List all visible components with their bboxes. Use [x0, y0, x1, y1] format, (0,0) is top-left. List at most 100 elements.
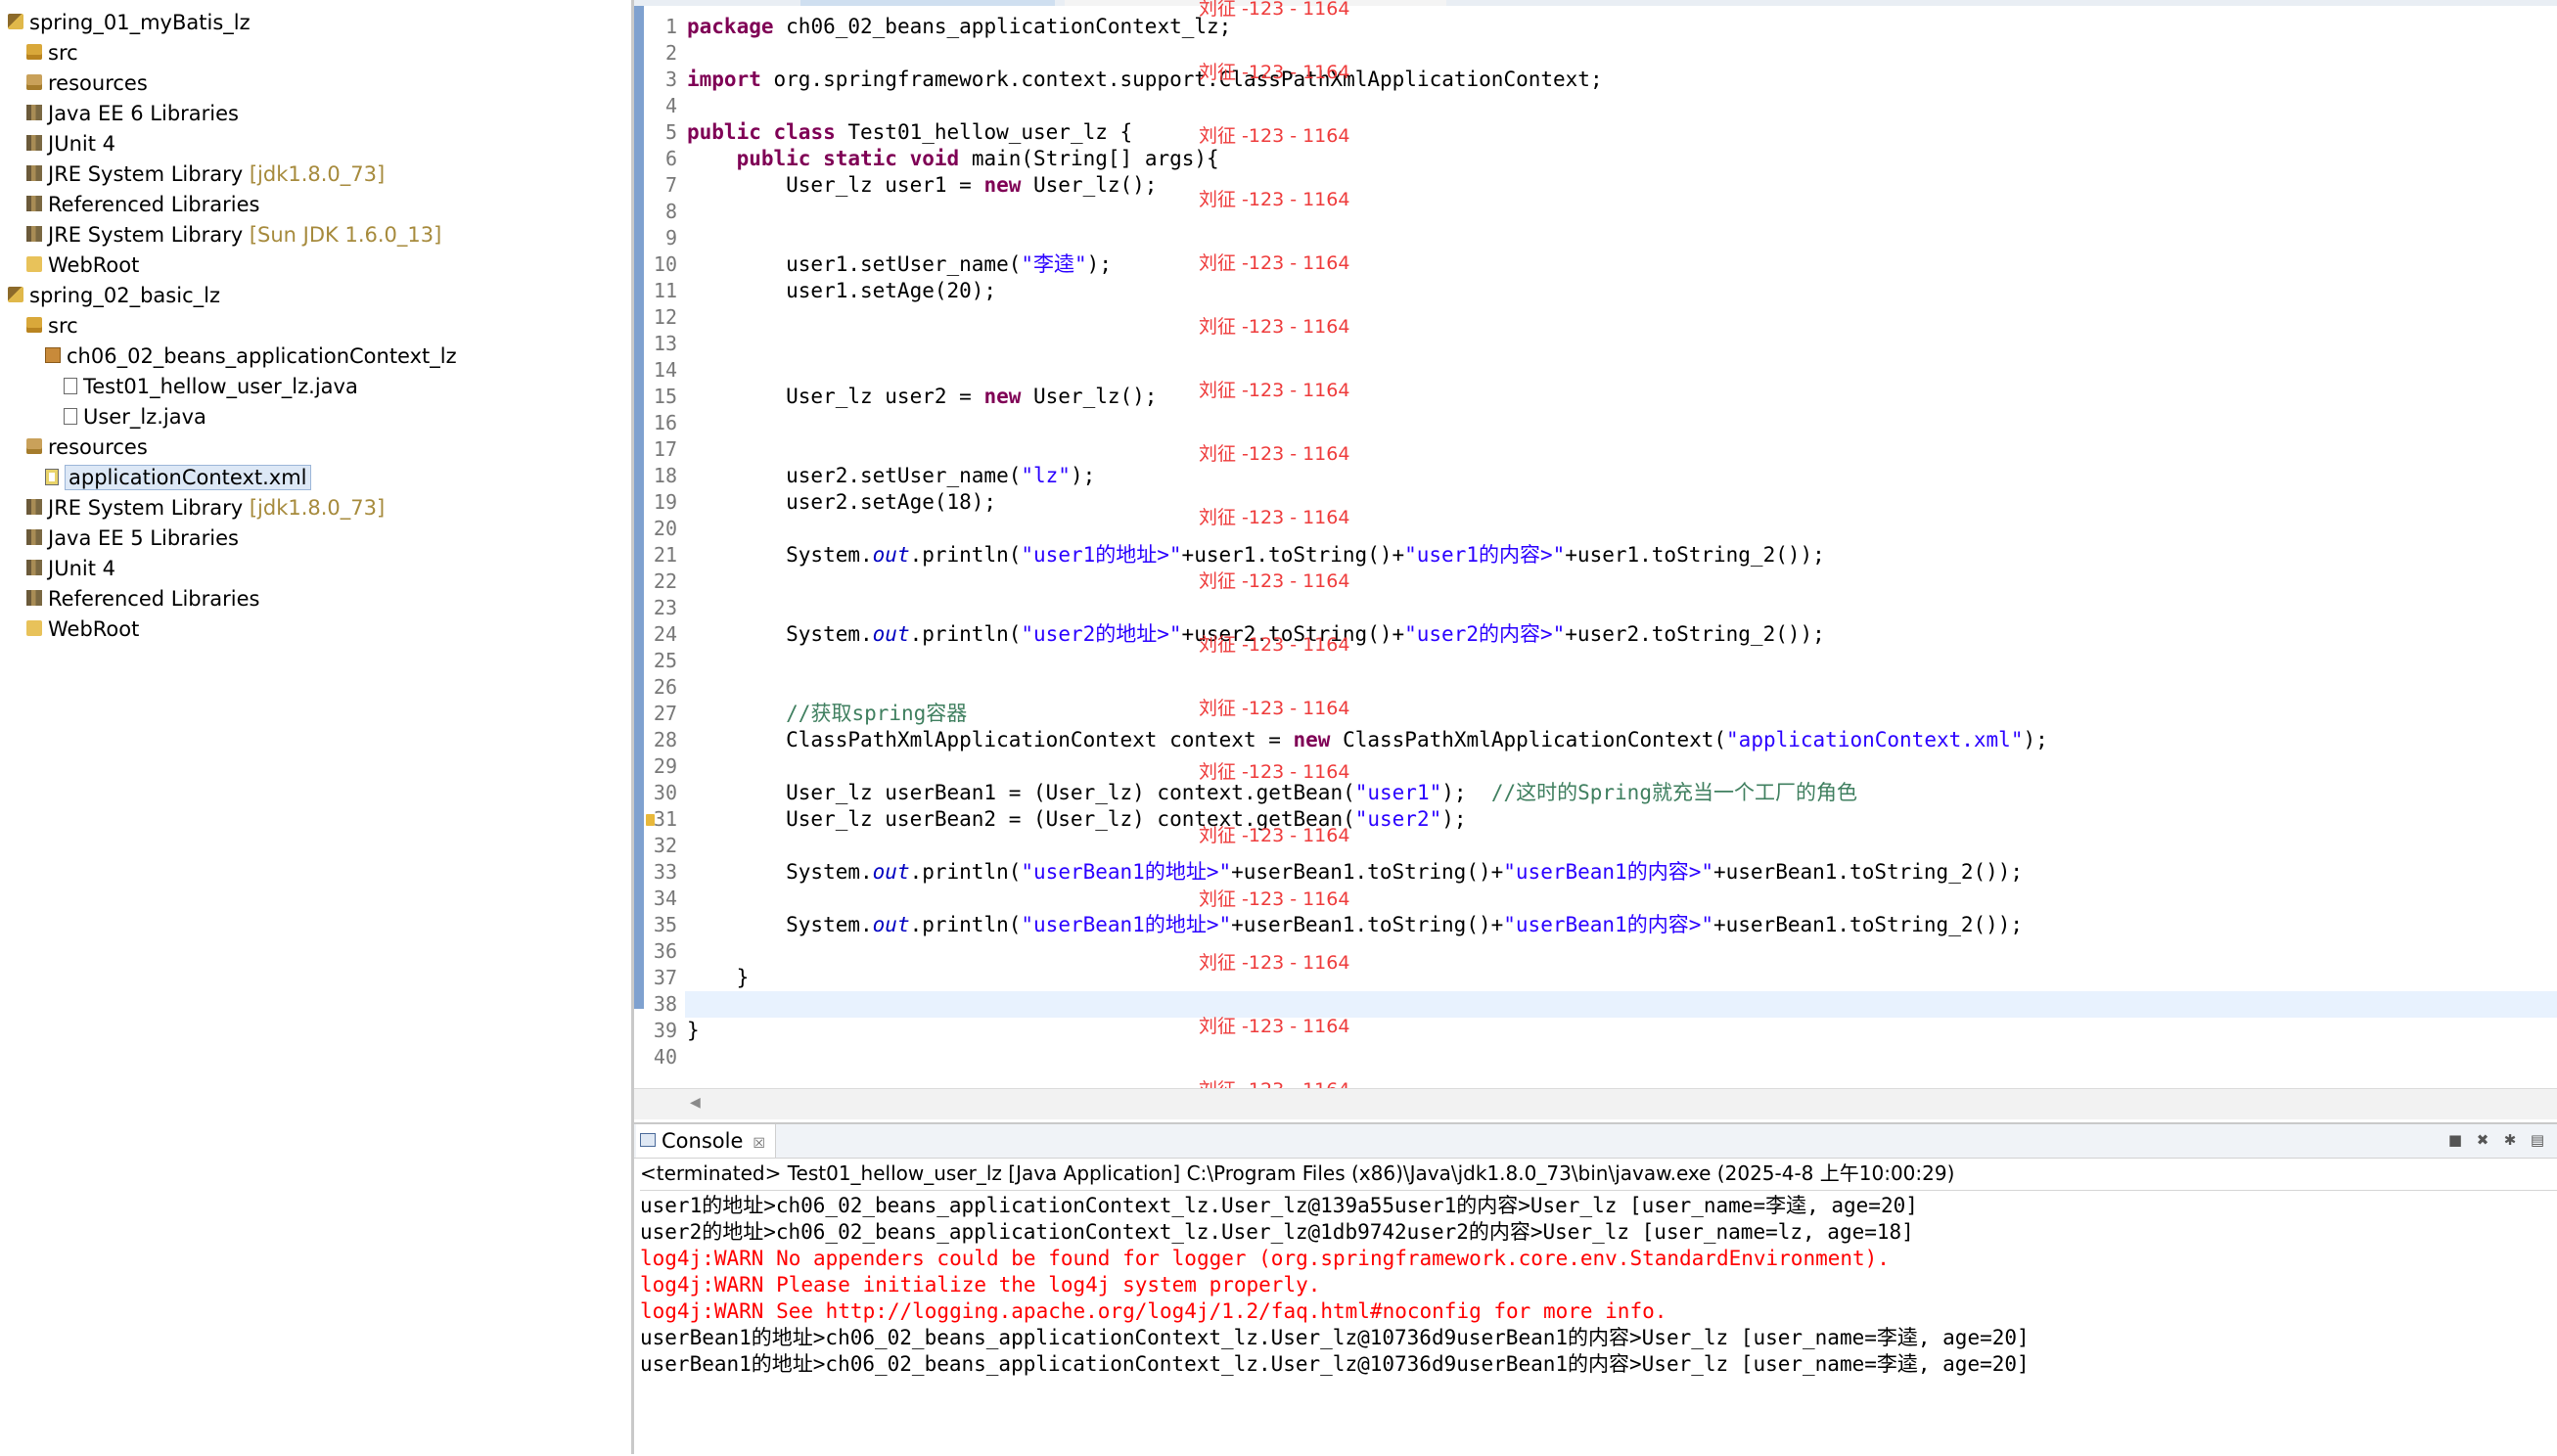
- tree-item[interactable]: JRE System Library [jdk1.8.0_73]: [26, 493, 385, 523]
- tree-item[interactable]: resources: [26, 68, 148, 99]
- line-number: 2: [664, 41, 677, 65]
- line-number-gutter: 1 2 3 4 5 6 7 8 9 10 11 12 13 14 15 16 17 18 19 20 21 22 23 24 2…: [644, 6, 683, 1082]
- code-line[interactable]: public class Test01_hellow_user_lz {: [687, 119, 1132, 146]
- remove-all-icon[interactable]: ✱: [2502, 1132, 2518, 1148]
- tree-item[interactable]: Java EE 6 Libraries: [26, 99, 239, 129]
- watermark-text: 刘征 -123 - 1164: [1199, 570, 1350, 592]
- watermark-text: 刘征 -123 - 1164: [1199, 634, 1350, 656]
- line-number: 37: [653, 966, 677, 989]
- tree-item-label: src: [48, 41, 78, 65]
- watermark-text: 刘征 -123 - 1164: [1199, 1016, 1350, 1037]
- tree-item-label: Java EE 5 Libraries: [48, 526, 239, 550]
- close-icon[interactable]: ☒: [753, 1136, 765, 1152]
- tree-item[interactable]: User_lz.java: [64, 402, 206, 432]
- line-number: 3: [664, 68, 677, 91]
- code-line[interactable]: User_lz user1 = new User_lz();: [687, 172, 1157, 199]
- tree-item-label: JRE System Library: [48, 496, 244, 520]
- code-line[interactable]: public static void main(String[] args){: [687, 146, 1219, 172]
- terminate-icon[interactable]: ■: [2447, 1132, 2463, 1148]
- tree-item[interactable]: Test01_hellow_user_lz.java: [64, 372, 358, 402]
- tree-item[interactable]: Java EE 5 Libraries: [26, 523, 239, 554]
- line-number: 20: [653, 517, 677, 540]
- code-line[interactable]: }: [687, 965, 750, 991]
- current-line-highlight: [685, 991, 2557, 1018]
- tree-item-label: JUnit 4: [48, 132, 115, 156]
- tree-item[interactable]: spring_01_myBatis_lz: [8, 8, 251, 38]
- tree-item[interactable]: Referenced Libraries: [26, 190, 259, 220]
- tree-item-label: WebRoot: [48, 617, 140, 641]
- library-version-label: [jdk1.8.0_73]: [243, 162, 386, 186]
- line-number: 9: [664, 226, 677, 250]
- library-icon: [26, 105, 42, 120]
- tree-item-label: spring_02_basic_lz: [29, 284, 220, 307]
- tree-item[interactable]: JUnit 4: [26, 554, 115, 584]
- line-number: 1: [664, 15, 677, 38]
- watermark-text: 刘征 -123 - 1164: [1199, 507, 1350, 528]
- line-number: 36: [653, 939, 677, 963]
- tree-item-label: WebRoot: [48, 253, 140, 277]
- code-line[interactable]: user2.setAge(18);: [687, 489, 996, 516]
- tree-item[interactable]: applicationContext.xml: [45, 463, 311, 493]
- code-line[interactable]: System.out.println("userBean1的地址>"+userB…: [687, 912, 2023, 938]
- resource-folder-icon: [26, 438, 42, 454]
- folder-icon: [26, 256, 42, 272]
- tree-item-label: ch06_02_beans_applicationContext_lz: [67, 344, 457, 368]
- code-line[interactable]: user2.setUser_name("lz");: [687, 463, 1095, 489]
- line-number: 6: [664, 147, 677, 170]
- code-line[interactable]: user1.setAge(20);: [687, 278, 996, 304]
- code-line[interactable]: //获取spring容器: [687, 701, 967, 727]
- console-output-line: user1的地址>ch06_02_beans_applicationContex…: [640, 1194, 1918, 1217]
- line-number: 35: [653, 913, 677, 936]
- more-icon[interactable]: ▤: [2530, 1132, 2545, 1148]
- code-line[interactable]: package ch06_02_beans_applicationContext…: [687, 14, 1231, 40]
- line-number: 28: [653, 728, 677, 751]
- code-line[interactable]: System.out.println("userBean1的地址>"+userB…: [687, 859, 2023, 886]
- tree-item[interactable]: resources: [26, 432, 148, 463]
- line-number: 38: [653, 992, 677, 1016]
- warning-marker-icon[interactable]: [646, 814, 655, 826]
- source-folder-icon: [26, 44, 42, 60]
- tree-item[interactable]: Referenced Libraries: [26, 584, 259, 614]
- code-line[interactable]: }: [687, 1018, 700, 1044]
- line-number: 31: [653, 807, 677, 831]
- java-file-icon: [64, 407, 77, 425]
- code-line[interactable]: User_lz userBean1 = (User_lz) context.ge…: [687, 780, 1857, 806]
- tree-item[interactable]: src: [26, 38, 78, 68]
- remove-launch-icon[interactable]: ✖: [2475, 1132, 2490, 1148]
- library-version-label: [Sun JDK 1.6.0_13]: [243, 223, 442, 247]
- code-line[interactable]: user1.setUser_name("李逵");: [687, 251, 1112, 278]
- tree-item[interactable]: JRE System Library [jdk1.8.0_73]: [26, 159, 385, 190]
- code-line[interactable]: ClassPathXmlApplicationContext context =…: [687, 727, 2048, 753]
- console-warning-line: log4j:WARN No appenders could be found f…: [640, 1247, 1890, 1270]
- watermark-text: 刘征 -123 - 1164: [1199, 698, 1350, 719]
- tree-item[interactable]: WebRoot: [26, 614, 139, 645]
- watermark-text: 刘征 -123 - 1164: [1199, 761, 1350, 783]
- line-number: 10: [653, 252, 677, 276]
- tree-item[interactable]: src: [26, 311, 78, 341]
- console-view: Console ☒ ■ ✖ ✱ ▤ <terminated> Test01_hellow…: [634, 1122, 2557, 1456]
- tree-item[interactable]: WebRoot: [26, 250, 139, 281]
- code-line[interactable]: System.out.println("user1的地址>"+user1.toS…: [687, 542, 1825, 569]
- tree-item[interactable]: ch06_02_beans_applicationContext_lz: [45, 341, 457, 372]
- code-line[interactable]: import org.springframework.context.suppo…: [687, 67, 1603, 93]
- tree-item-label: spring_01_myBatis_lz: [29, 11, 251, 34]
- tree-item[interactable]: JUnit 4: [26, 129, 115, 159]
- tree-item[interactable]: spring_02_basic_lz: [8, 281, 220, 311]
- console-tab-label: Console: [662, 1129, 744, 1153]
- watermark-text: 刘征 -123 - 1164: [1199, 380, 1350, 401]
- line-number: 33: [653, 860, 677, 884]
- tab-console[interactable]: Console ☒: [636, 1124, 776, 1158]
- line-number: 26: [653, 675, 677, 699]
- editor-horizontal-scrollbar[interactable]: ◀: [634, 1088, 2557, 1119]
- scroll-left-icon[interactable]: ◀: [690, 1095, 701, 1111]
- tree-item[interactable]: JRE System Library [Sun JDK 1.6.0_13]: [26, 220, 441, 250]
- watermark-text: 刘征 -123 - 1164: [1199, 189, 1350, 210]
- line-number: 8: [664, 200, 677, 223]
- code-line[interactable]: User_lz user2 = new User_lz();: [687, 384, 1157, 410]
- java-file-icon: [64, 377, 77, 394]
- tree-item-label: JRE System Library: [48, 223, 244, 247]
- library-icon: [26, 590, 42, 606]
- line-number: 39: [653, 1019, 677, 1042]
- editor-tab-active[interactable]: [800, 0, 1055, 6]
- tree-item-label: JRE System Library: [48, 162, 244, 186]
